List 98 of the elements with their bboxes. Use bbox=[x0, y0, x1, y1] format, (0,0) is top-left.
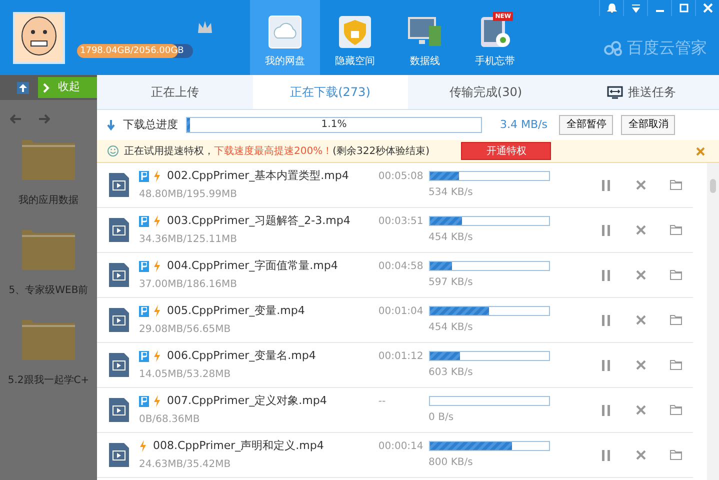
file-size: 29.08MB/56.65MB bbox=[139, 323, 232, 338]
video-file-icon bbox=[109, 353, 129, 377]
notice-text: 正在试用提速特权，下载速度最高提速200%！(剩余322秒体验结束) bbox=[124, 144, 430, 158]
upload-icon bbox=[16, 80, 30, 94]
pause-icon[interactable] bbox=[602, 450, 610, 460]
total-speed: 3.4 MB/s bbox=[500, 116, 548, 133]
folder-outline-icon[interactable] bbox=[670, 405, 682, 415]
video-file-icon bbox=[109, 263, 129, 287]
download-arrow-icon bbox=[107, 120, 115, 130]
pause-icon[interactable] bbox=[602, 270, 610, 280]
tab[interactable]: 传输完成(30) bbox=[408, 75, 564, 109]
time-remaining: 00:01:04 bbox=[378, 305, 424, 319]
pause-icon[interactable] bbox=[602, 224, 610, 236]
chevron-right-icon bbox=[42, 82, 50, 92]
download-speed: 454 KB/s bbox=[428, 230, 474, 244]
scrollbar[interactable] bbox=[707, 163, 719, 480]
close-icon[interactable] bbox=[696, 146, 705, 156]
file-size: 0B/68.36MB bbox=[139, 413, 201, 428]
time-remaining: 00:01:12 bbox=[378, 350, 424, 364]
file-size: 14.05MB/53.28MB bbox=[139, 368, 232, 382]
pause-icon[interactable] bbox=[602, 180, 610, 190]
folder-outline-icon[interactable] bbox=[670, 360, 682, 370]
time-remaining: -- bbox=[378, 395, 387, 409]
close-icon[interactable] bbox=[636, 450, 646, 460]
file-size: 34.36MB/125.11MB bbox=[139, 233, 238, 248]
tab[interactable]: 正在上传 bbox=[97, 75, 252, 109]
toolbar-button[interactable]: 全部暂停 bbox=[559, 115, 614, 135]
collapse-button[interactable]: 收起 bbox=[38, 77, 97, 98]
dropdown-icon[interactable] bbox=[630, 3, 640, 13]
close-icon[interactable] bbox=[636, 180, 646, 190]
smiley-icon bbox=[107, 145, 119, 157]
download-speed: 800 KB/s bbox=[428, 456, 474, 470]
file-size: 24.63MB/35.42MB bbox=[139, 458, 232, 472]
video-file-icon bbox=[109, 218, 129, 242]
lightning-icon bbox=[153, 350, 161, 362]
forward-arrow-icon[interactable] bbox=[38, 114, 50, 124]
lightning-icon bbox=[153, 170, 161, 182]
video-file-icon bbox=[109, 173, 129, 197]
folder-outline-icon[interactable] bbox=[670, 270, 682, 280]
folder-name[interactable]: 5、专家级WEB前 bbox=[8, 283, 88, 298]
folder-name[interactable]: 5.2跟我一起学C+ bbox=[8, 373, 90, 388]
nav-button[interactable]: 隐藏空间 bbox=[320, 0, 390, 75]
file-size: 48.80MB/195.99MB bbox=[139, 188, 238, 202]
cloud-logo-icon bbox=[603, 40, 623, 56]
file-name: 008.CppPrimer_声明和定义.mp4 bbox=[153, 438, 324, 454]
time-remaining: 00:05:08 bbox=[378, 170, 424, 184]
lightning-icon bbox=[153, 395, 161, 407]
time-remaining: 00:04:58 bbox=[378, 260, 424, 274]
folder-outline-icon[interactable] bbox=[670, 450, 682, 460]
bell-icon[interactable] bbox=[606, 3, 616, 13]
video-file-icon bbox=[109, 443, 129, 467]
tab[interactable]: 推送任务 bbox=[564, 75, 719, 109]
file-size: 37.00MB/186.16MB bbox=[139, 278, 238, 292]
cloud-icon bbox=[267, 14, 303, 50]
lightning-icon bbox=[153, 305, 161, 317]
crown-icon bbox=[197, 20, 213, 34]
lightning-icon bbox=[153, 260, 161, 272]
close-icon[interactable] bbox=[636, 315, 646, 325]
file-name: 004.CppPrimer_字面值常量.mp4 bbox=[167, 258, 338, 274]
pause-icon[interactable] bbox=[602, 314, 610, 326]
close-icon[interactable] bbox=[636, 360, 646, 370]
maximize-icon[interactable] bbox=[678, 3, 688, 13]
progress-label: 下载总进度 bbox=[123, 116, 178, 133]
back-arrow-icon[interactable] bbox=[10, 114, 22, 124]
file-name: 003.CppPrimer_习题解答_2-3.mp4 bbox=[167, 212, 350, 229]
shield-lock-icon bbox=[337, 14, 373, 50]
pause-icon[interactable] bbox=[602, 404, 610, 416]
folder-outline-icon[interactable] bbox=[670, 180, 682, 190]
brand-name: 百度云管家 bbox=[627, 37, 707, 59]
close-icon[interactable] bbox=[636, 225, 646, 235]
nav-button[interactable]: 我的网盘 bbox=[250, 0, 320, 75]
folder-name[interactable]: 我的应用数据 bbox=[18, 193, 78, 208]
file-name: 005.CppPrimer_变量.mp4 bbox=[167, 302, 305, 319]
lightning-icon bbox=[139, 440, 147, 452]
upgrade-button[interactable]: 开通特权 bbox=[461, 142, 552, 160]
file-name: 006.CppPrimer_变量名.mp4 bbox=[167, 348, 316, 364]
folder-outline-icon[interactable] bbox=[670, 315, 682, 325]
time-remaining: 00:00:14 bbox=[378, 440, 424, 454]
download-speed: 597 KB/s bbox=[428, 276, 474, 290]
tab[interactable]: 正在下载(273) bbox=[252, 75, 408, 109]
file-name: 002.CppPrimer_基本内置类型.mp4 bbox=[167, 168, 349, 184]
close-icon[interactable] bbox=[636, 270, 646, 280]
toolbar-button[interactable]: 全部取消 bbox=[621, 115, 676, 135]
video-file-icon bbox=[109, 308, 129, 332]
folder-outline-icon[interactable] bbox=[670, 225, 682, 235]
file-name: 007.CppPrimer_定义对象.mp4 bbox=[167, 392, 327, 409]
lightning-icon bbox=[153, 215, 161, 227]
time-remaining: 00:03:51 bbox=[378, 215, 424, 229]
screen-arrows-icon bbox=[606, 86, 623, 98]
video-file-icon bbox=[109, 398, 129, 422]
progress-percent: 1.1% bbox=[320, 118, 348, 132]
close-icon[interactable] bbox=[636, 405, 646, 415]
nav-button[interactable]: 数据线 bbox=[390, 0, 460, 75]
download-speed: 534 KB/s bbox=[428, 186, 474, 200]
download-speed: 0 B/s bbox=[428, 410, 455, 424]
download-speed: 603 KB/s bbox=[428, 366, 474, 380]
download-speed: 454 KB/s bbox=[428, 320, 474, 334]
pause-icon[interactable] bbox=[602, 360, 610, 370]
